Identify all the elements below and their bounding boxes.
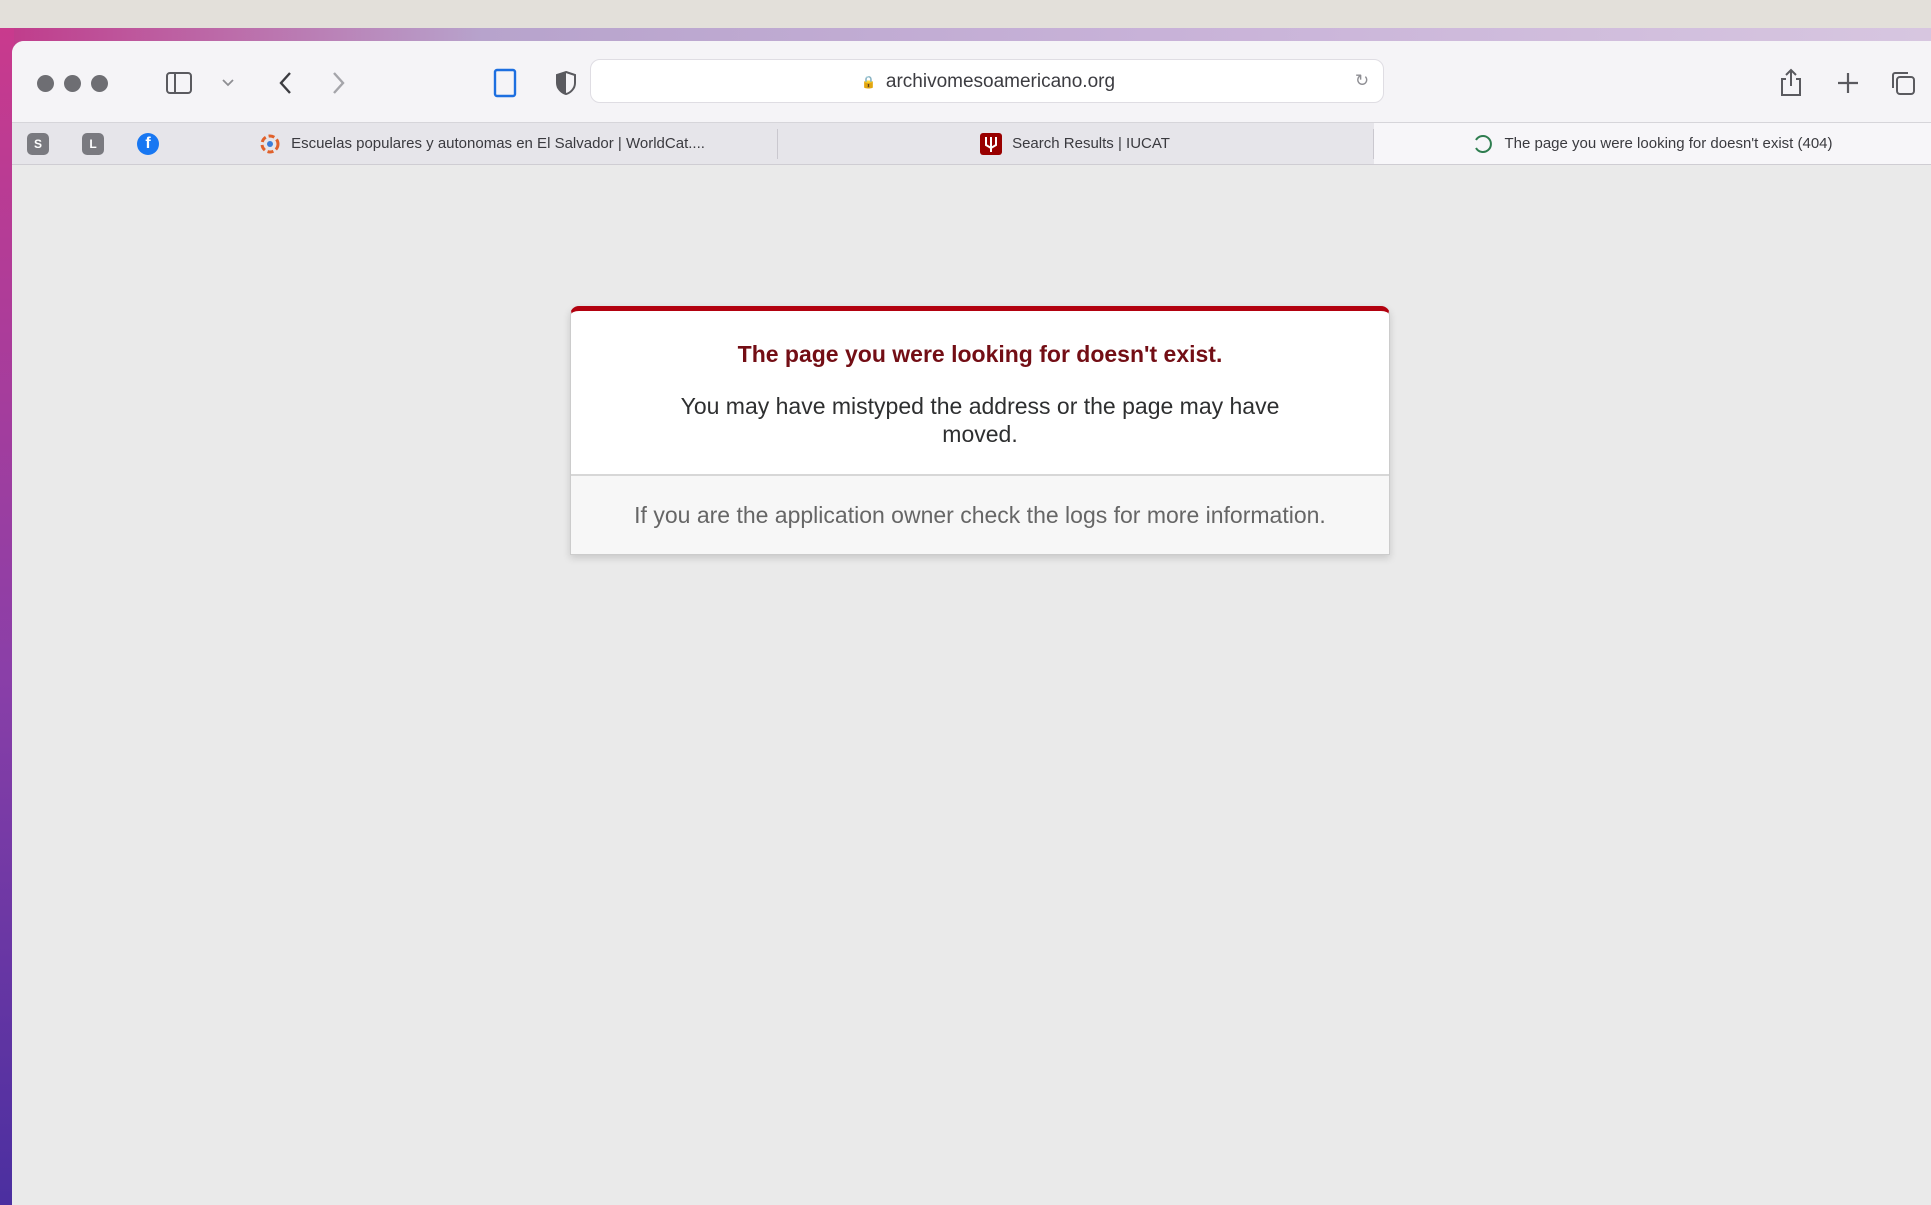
error-message: You may have mistyped the address or the… <box>680 393 1280 447</box>
forward-button[interactable] <box>325 67 353 99</box>
lock-icon: 🔒 <box>860 75 876 89</box>
new-tab-icon[interactable] <box>1832 67 1864 99</box>
chevron-down-icon[interactable] <box>219 73 237 93</box>
zoom-window-button[interactable] <box>91 75 108 92</box>
tab-title: The page you were looking for doesn't ex… <box>1504 135 1833 152</box>
tab-overview-icon[interactable] <box>1887 67 1919 99</box>
address-domain: archivomesoamericano.org <box>885 71 1116 92</box>
pinned-tab-s[interactable]: S <box>27 133 49 155</box>
back-button[interactable] <box>271 67 299 99</box>
page-loading-icon <box>1472 133 1494 155</box>
desktop-menubar-area <box>0 0 1931 28</box>
address-bar[interactable]: 🔒 archivomesoamericano.org ↻ <box>590 59 1384 103</box>
browser-window: 🔒 archivomesoamericano.org ↻ S L f Escue… <box>12 41 1931 1205</box>
error-footer-text: If you are the application owner check t… <box>634 501 1326 528</box>
iu-trident-icon <box>980 132 1003 155</box>
sidebar-toggle-icon[interactable] <box>164 69 194 97</box>
tab-404-active[interactable]: The page you were looking for doesn't ex… <box>1374 123 1931 164</box>
pinned-tab-l[interactable]: L <box>82 133 104 155</box>
error-title: The page you were looking for doesn't ex… <box>737 341 1223 367</box>
pinned-tab-facebook[interactable]: f <box>137 133 159 155</box>
error-footer: If you are the application owner check t… <box>571 474 1389 554</box>
tab-title: Escuelas populares y autonomas en El Sal… <box>291 135 705 152</box>
privacy-shield-icon[interactable] <box>552 67 580 99</box>
share-icon[interactable] <box>1775 65 1807 99</box>
tab-worldcat[interactable]: Escuelas populares y autonomas en El Sal… <box>188 123 776 164</box>
tab-bar: S L f Escuelas populares y autonomas en … <box>12 122 1931 165</box>
error-dialog: The page you were looking for doesn't ex… <box>570 306 1390 555</box>
tab-title: Search Results | IUCAT <box>1012 135 1170 152</box>
minimize-window-button[interactable] <box>64 75 81 92</box>
browser-toolbar: 🔒 archivomesoamericano.org ↻ <box>12 41 1931 122</box>
error-dialog-body: The page you were looking for doesn't ex… <box>571 311 1389 474</box>
facebook-icon: f <box>145 135 151 152</box>
tab-iucat[interactable]: Search Results | IUCAT <box>778 123 1372 164</box>
reload-icon[interactable]: ↻ <box>1351 70 1373 92</box>
close-window-button[interactable] <box>37 75 54 92</box>
worldcat-icon <box>259 133 281 155</box>
pinned-tab-label: S <box>33 137 42 151</box>
reader-page-icon[interactable] <box>491 67 519 99</box>
page-content: The page you were looking for doesn't ex… <box>12 165 1931 1205</box>
pinned-tab-label: L <box>89 137 97 151</box>
